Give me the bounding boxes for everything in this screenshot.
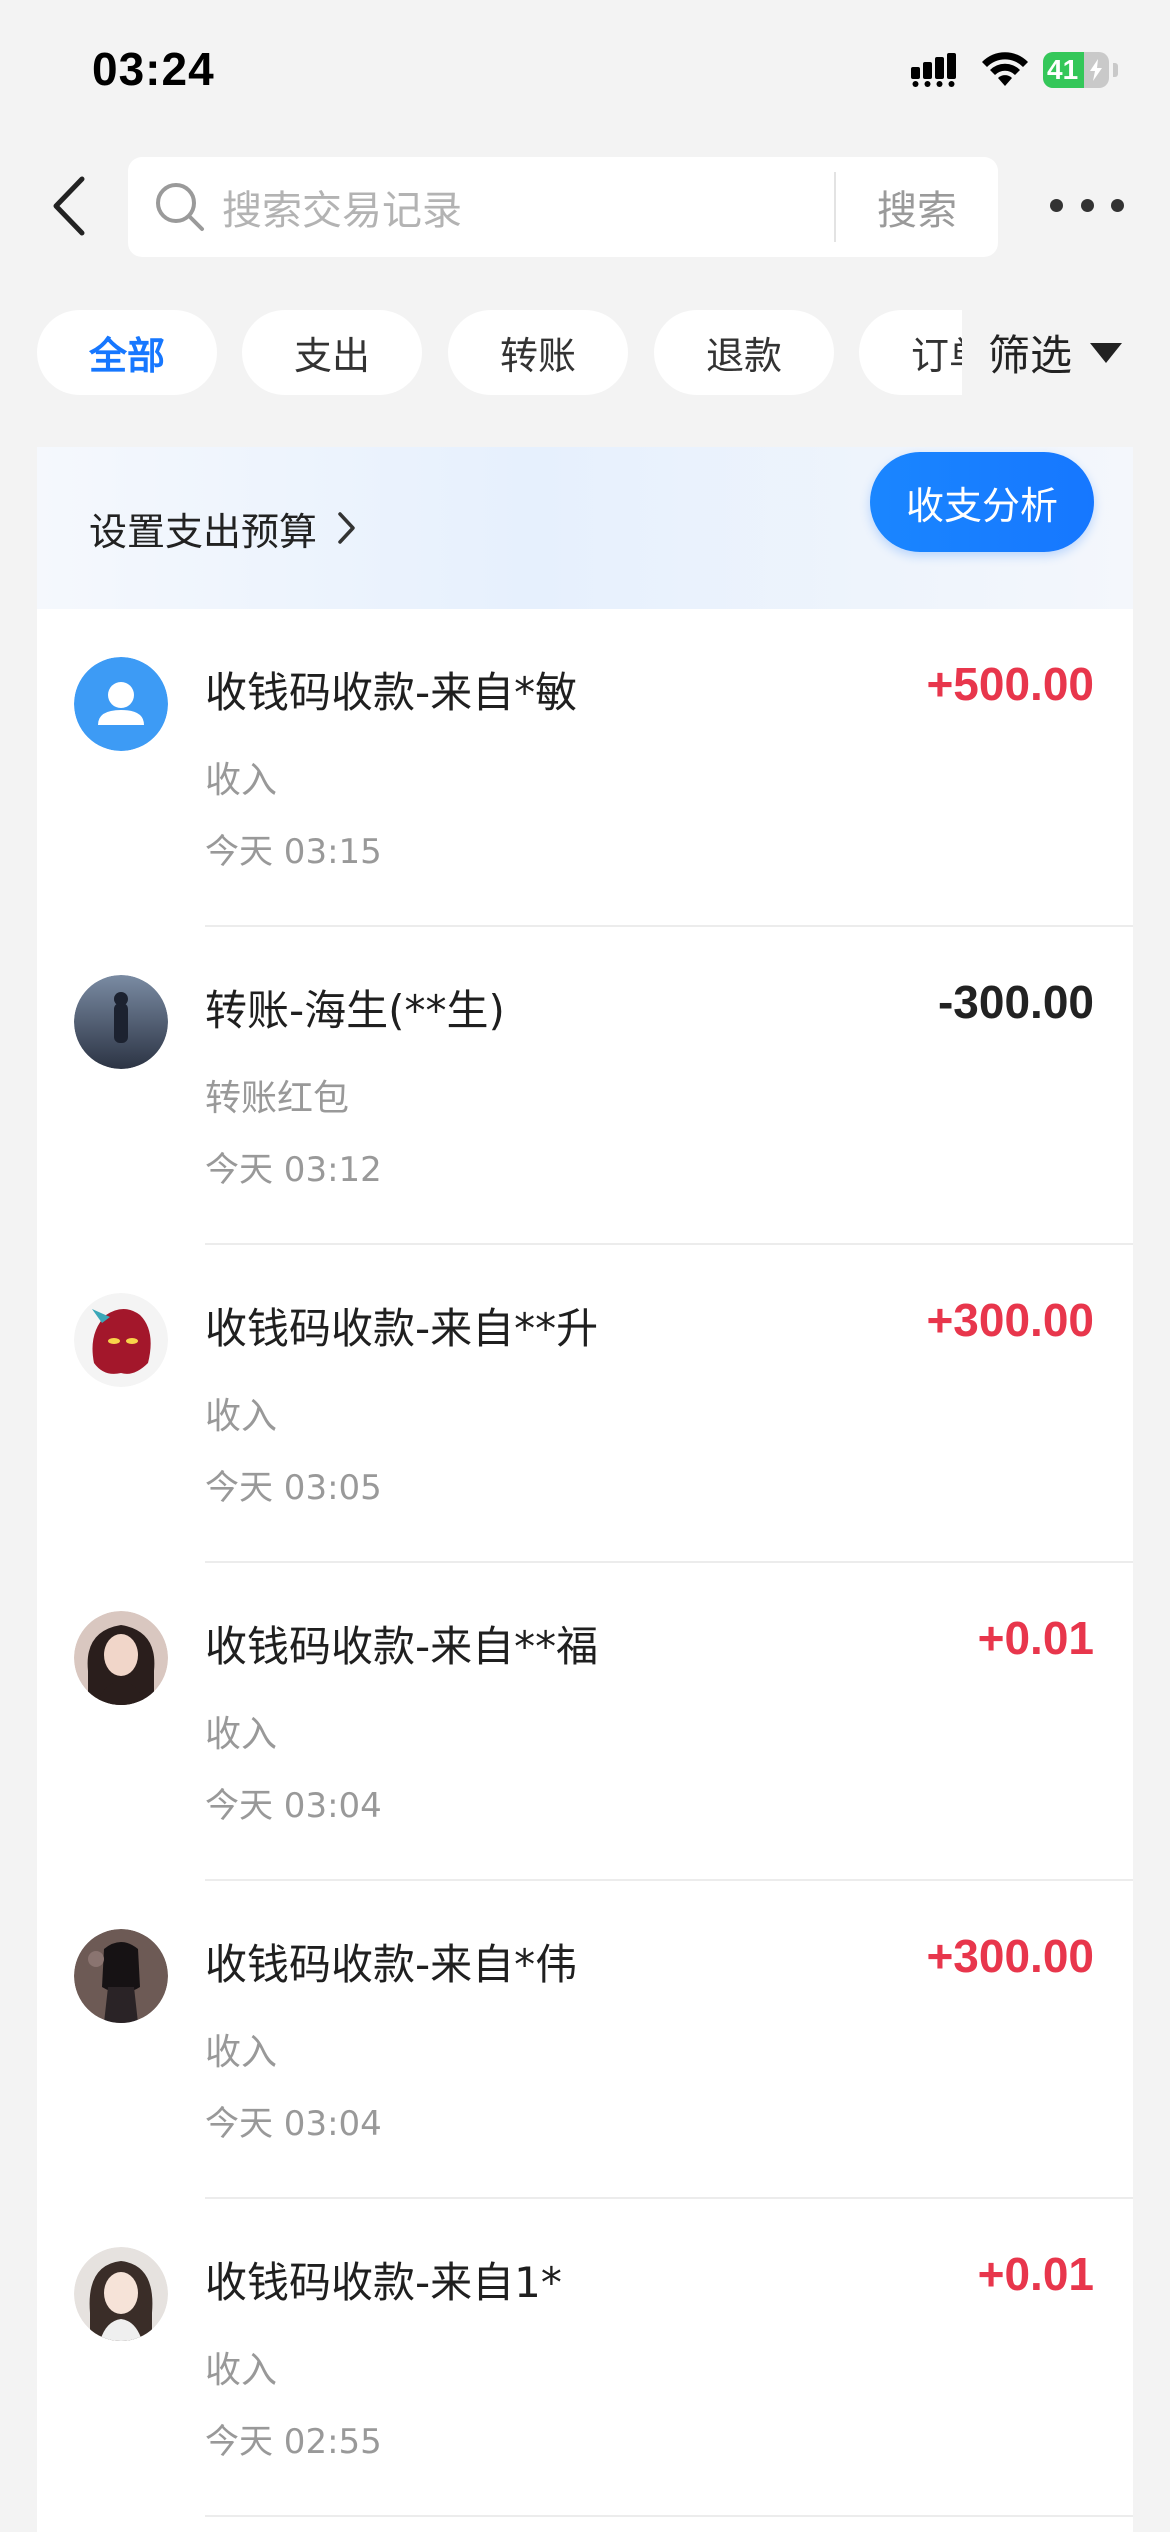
more-icon-dot <box>1111 198 1124 212</box>
avatar <box>74 2247 168 2341</box>
transaction-amount: +300.00 <box>926 1294 1094 1346</box>
more-icon-dot <box>1080 198 1094 212</box>
avatar <box>74 1929 168 2023</box>
back-arrow-icon <box>53 176 85 236</box>
transaction-time: 今天 03:04 <box>205 1786 382 1826</box>
transaction-title: 收钱码收款-来自*伟 <box>205 1940 578 1989</box>
transaction-time: 今天 03:12 <box>205 1150 382 1190</box>
transaction-time: 今天 03:15 <box>205 832 382 872</box>
status-bar: 03:24 41 <box>0 0 1170 140</box>
transaction-row[interactable]: 收钱码收款-来自**福 +0.01 收入 今天 03:04 <box>37 1563 1133 1881</box>
search-input[interactable]: 搜索交易记录 <box>222 178 834 236</box>
tab-order[interactable]: 订单 <box>859 310 967 395</box>
transaction-title: 收钱码收款-来自1* <box>205 2258 562 2307</box>
transaction-amount: +500.00 <box>926 658 1094 710</box>
transaction-time: 今天 02:55 <box>205 2422 382 2462</box>
transaction-time: 今天 03:04 <box>205 2104 382 2144</box>
transaction-category: 收入 <box>205 2350 278 2391</box>
transaction-amount: +0.01 <box>977 1612 1094 1664</box>
transaction-title: 收钱码收款-来自**升 <box>205 1304 599 1353</box>
more-icon <box>1050 198 1063 212</box>
transaction-row[interactable]: 收钱码收款-来自*伟 +300.00 收入 今天 03:04 <box>37 1881 1133 2199</box>
tab-refund[interactable]: 退款 <box>654 310 834 395</box>
status-time: 03:24 <box>92 43 215 95</box>
battery-tip <box>1113 63 1118 77</box>
avatar <box>74 1293 168 1387</box>
status-icons: 41 <box>911 52 1118 88</box>
transaction-category: 收入 <box>205 2032 278 2073</box>
dropdown-triangle-icon <box>1090 342 1123 363</box>
filter-button[interactable]: 筛选 <box>962 310 1162 395</box>
transaction-title: 收钱码收款-来自**福 <box>205 1622 599 1671</box>
transaction-title: 收钱码收款-来自*敏 <box>205 668 578 717</box>
set-budget-link[interactable]: 设置支出预算 <box>89 487 357 569</box>
avatar <box>74 975 168 1069</box>
default-user-icon <box>74 657 168 751</box>
tab-transfer[interactable]: 转账 <box>448 310 628 395</box>
more-button[interactable] <box>1050 180 1124 230</box>
transaction-row[interactable]: 收钱码收款-来自1* +0.01 收入 今天 02:55 <box>37 2199 1133 2517</box>
search-button[interactable]: 搜索 <box>836 178 998 236</box>
transaction-row[interactable]: 收钱码收款-来自**升 +300.00 收入 今天 03:05 <box>37 1245 1133 1563</box>
transaction-category: 收入 <box>205 1396 278 1437</box>
budget-bar: 设置支出预算 收支分析 <box>37 447 1133 609</box>
transaction-category: 转账红包 <box>205 1078 350 1119</box>
filter-tabs: 全部 支出 转账 退款 订单 <box>37 310 967 395</box>
transactions-card: 设置支出预算 收支分析 收钱码收款-来自*敏 +500.00 收入 今天 03:… <box>37 447 1133 2532</box>
transaction-amount: -300.00 <box>937 976 1094 1028</box>
transaction-category: 收入 <box>205 1714 278 1755</box>
transaction-list: 收钱码收款-来自*敏 +500.00 收入 今天 03:15 转账-海生(**生… <box>37 609 1133 2517</box>
transaction-title: 转账-海生(**生) <box>205 986 505 1035</box>
wifi-icon <box>982 52 1028 86</box>
battery-charging-icon: 41 <box>1043 52 1109 88</box>
transaction-amount: +300.00 <box>926 1930 1094 1982</box>
divider <box>205 2515 1133 2517</box>
search-icon <box>156 183 204 231</box>
back-button[interactable] <box>40 170 100 242</box>
avatar <box>74 1611 168 1705</box>
transaction-amount: +0.01 <box>977 2248 1094 2300</box>
battery-level: 41 <box>1047 54 1079 85</box>
transaction-row[interactable]: 转账-海生(**生) -300.00 转账红包 今天 03:12 <box>37 927 1133 1245</box>
transaction-category: 收入 <box>205 760 278 801</box>
analysis-button[interactable]: 收支分析 <box>870 452 1094 552</box>
tab-all[interactable]: 全部 <box>37 310 217 395</box>
tab-expense[interactable]: 支出 <box>242 310 422 395</box>
transaction-row[interactable]: 收钱码收款-来自*敏 +500.00 收入 今天 03:15 <box>37 609 1133 927</box>
transaction-time: 今天 03:05 <box>205 1468 382 1508</box>
chevron-right-icon <box>338 512 355 544</box>
set-budget-label: 设置支出预算 <box>89 509 318 554</box>
search-box[interactable]: 搜索交易记录 搜索 <box>128 157 998 257</box>
filter-label: 筛选 <box>988 331 1073 380</box>
cellular-signal-icon <box>911 53 956 87</box>
